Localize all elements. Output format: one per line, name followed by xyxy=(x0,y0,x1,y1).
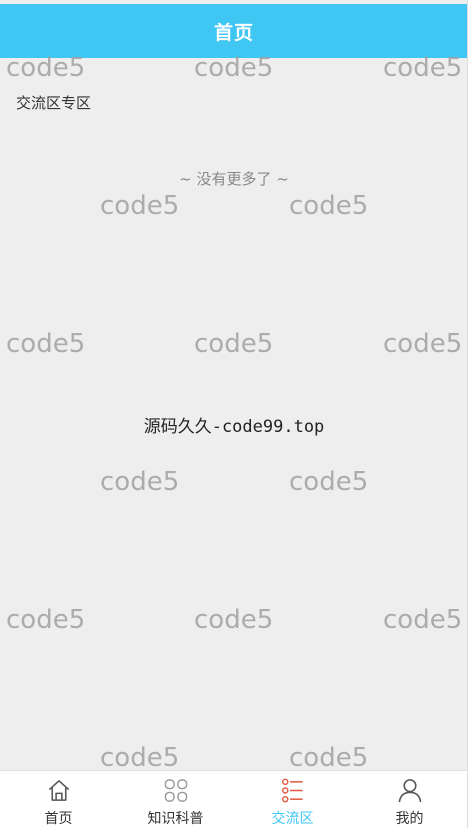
watermark: code5 xyxy=(100,191,180,221)
watermark: code5 xyxy=(6,329,86,359)
tab-home[interactable]: 首页 xyxy=(0,771,117,828)
watermark: code5 xyxy=(100,743,180,773)
grid-icon xyxy=(164,779,187,802)
tab-label: 我的 xyxy=(395,811,424,827)
watermark: code5 xyxy=(289,743,369,773)
watermark: code5 xyxy=(6,605,86,635)
watermark: code5 xyxy=(383,329,463,359)
watermark: code5 xyxy=(289,467,369,497)
watermark: code5 xyxy=(100,467,180,497)
list-icon xyxy=(281,778,303,803)
watermark: code5 xyxy=(383,605,463,635)
tab-profile[interactable]: 我的 xyxy=(351,771,467,828)
center-text: 源码久久-code99.top xyxy=(143,417,325,437)
tab-label: 知识科普 xyxy=(147,811,204,827)
tab-forum[interactable]: 交流区 xyxy=(234,771,351,828)
watermark: code5 xyxy=(194,329,274,359)
app-frame: 首页 交流区专区 ~ 没有更多了 ~ 源码久久-code99.top code5… xyxy=(0,0,468,828)
bottom-tab-bar: 首页 知识科普 交流区 我的 xyxy=(0,770,467,828)
tab-label: 交流区 xyxy=(271,811,314,827)
watermark: code5 xyxy=(289,191,369,221)
no-more-text: ~ 没有更多了 ~ xyxy=(179,170,289,188)
tab-label: 首页 xyxy=(44,811,73,827)
tab-knowledge[interactable]: 知识科普 xyxy=(117,771,234,828)
page-title: 首页 xyxy=(213,21,254,44)
home-icon xyxy=(48,780,69,801)
user-icon xyxy=(398,779,421,803)
section-title: 交流区专区 xyxy=(16,94,92,112)
top-nav-bar: 首页 xyxy=(0,4,467,58)
watermark: code5 xyxy=(194,605,274,635)
